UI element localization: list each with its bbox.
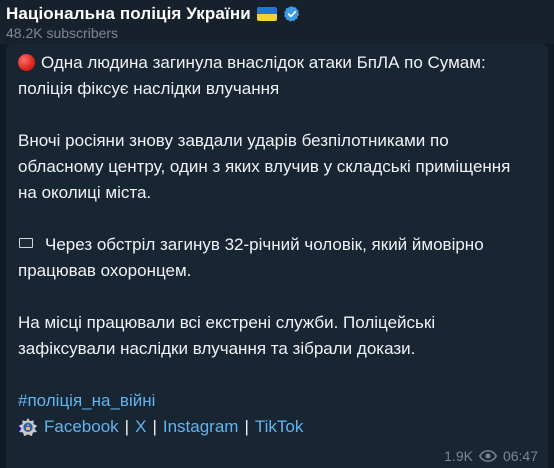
- social-links: Facebook | X | Instagram | TikTok: [18, 414, 538, 440]
- facebook-link[interactable]: Facebook: [44, 414, 119, 440]
- paragraph-2: Через обстріл загинув 32-річний чоловік,…: [18, 232, 538, 284]
- message-meta: 1.9K 06:47: [444, 448, 538, 464]
- paragraph-3-line-2: зафіксували наслідки влучання та зібрали…: [18, 339, 416, 358]
- telegram-channel-view: Національна поліція України 48.2K subscr…: [0, 0, 554, 468]
- paragraph-1-line-1: Вночі росіяни знову завдали ударів безпі…: [18, 131, 449, 150]
- link-separator: |: [124, 417, 130, 436]
- headline-line-1: Одна людина загинула внаслідок атаки БпЛ…: [41, 53, 486, 72]
- eye-icon: [478, 450, 497, 462]
- ukraine-flag-icon: [256, 7, 277, 21]
- message-time: 06:47: [502, 448, 538, 464]
- channel-header[interactable]: Національна поліція України 48.2K subscr…: [0, 0, 554, 44]
- link-separator: |: [152, 417, 157, 436]
- hashtag-link[interactable]: #поліція_на_війні: [18, 391, 155, 410]
- hashtag-line: #поліція_на_війні: [18, 388, 538, 414]
- headline-line-2: поліція фіксує наслідки влучання: [18, 79, 280, 98]
- paragraph-2-line-1: Через обстріл загинув 32-річний чоловік,…: [45, 235, 484, 254]
- paragraph-2-line-2: працював охоронцем.: [18, 261, 192, 280]
- message-text: Одна людина загинула внаслідок атаки БпЛ…: [18, 50, 538, 440]
- view-count: 1.9K: [444, 448, 473, 464]
- headline: Одна людина загинула внаслідок атаки БпЛ…: [18, 50, 538, 102]
- police-emblem-icon: [18, 417, 38, 437]
- paragraph-1: Вночі росіяни знову завдали ударів безпі…: [18, 128, 538, 206]
- tiktok-link[interactable]: TikTok: [255, 414, 304, 440]
- paragraph-1-line-2: обласному центру, один з яких влучив у с…: [18, 157, 511, 176]
- instagram-link[interactable]: Instagram: [163, 414, 239, 440]
- verified-badge-icon: [283, 6, 299, 22]
- red-circle-icon: [18, 54, 35, 71]
- x-link[interactable]: X: [135, 414, 146, 440]
- black-square-icon: [19, 238, 33, 248]
- subscriber-count: 48.2K subscribers: [6, 25, 119, 41]
- link-separator: |: [244, 417, 249, 436]
- paragraph-1-line-3: на околиці міста.: [18, 183, 152, 202]
- channel-title[interactable]: Національна поліція України: [6, 4, 301, 24]
- channel-name: Національна поліція України: [6, 4, 251, 23]
- message-bubble[interactable]: Одна людина загинула внаслідок атаки БпЛ…: [6, 44, 548, 468]
- paragraph-3-line-1: На місці працювали всі екстрені служби. …: [18, 313, 436, 332]
- paragraph-3: На місці працювали всі екстрені служби. …: [18, 310, 538, 362]
